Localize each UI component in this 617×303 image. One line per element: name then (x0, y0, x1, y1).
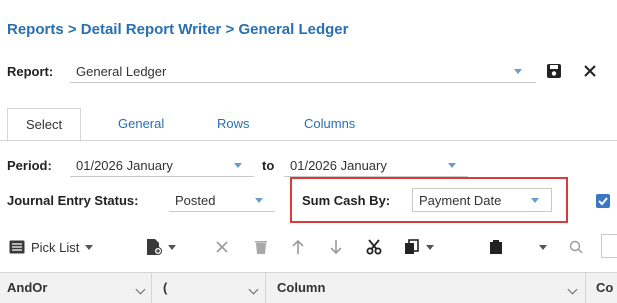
journal-status-label: Journal Entry Status: (7, 193, 139, 208)
check-icon (598, 197, 608, 206)
column-header-column[interactable]: Column (277, 273, 325, 303)
pick-list-button[interactable]: Pick List (9, 236, 94, 258)
chevron-down-icon (85, 244, 94, 250)
move-up-button[interactable] (292, 236, 304, 258)
period-from-value: 01/2026 January (76, 158, 173, 173)
pick-list-label: Pick List (31, 239, 80, 255)
delete-button[interactable] (254, 236, 268, 258)
more-dropdown[interactable] (533, 236, 547, 258)
chevron-down-icon (234, 163, 242, 168)
chevron-down-icon (531, 198, 539, 203)
report-label: Report: (7, 64, 54, 79)
column-divider (151, 273, 152, 303)
cut-button[interactable] (366, 236, 382, 258)
arrow-down-icon (330, 240, 342, 255)
column-divider (265, 273, 266, 303)
tab-general[interactable]: General (118, 108, 164, 140)
close-button[interactable] (579, 60, 601, 82)
close-icon (216, 241, 228, 253)
trash-icon (255, 241, 267, 254)
save-icon (547, 64, 561, 78)
report-select[interactable]: General Ledger (70, 60, 536, 83)
chevron-down-icon (514, 69, 522, 74)
column-divider (585, 273, 586, 303)
add-file-button[interactable] (146, 236, 176, 258)
sum-cash-value: Payment Date (419, 193, 502, 208)
tab-rows[interactable]: Rows (217, 108, 250, 140)
search-icon (569, 240, 583, 254)
move-down-button[interactable] (330, 236, 342, 258)
copy-icon (405, 239, 419, 254)
arrow-up-icon (292, 239, 304, 254)
journal-status-select[interactable]: Posted (169, 189, 275, 212)
grid-header: AndOr ( Column Co (0, 272, 617, 303)
copy-button[interactable] (404, 236, 434, 258)
search-input[interactable] (601, 234, 617, 258)
period-to-label: to (262, 158, 275, 173)
scissors-icon (366, 239, 382, 255)
search-button[interactable] (569, 236, 583, 258)
tab-columns[interactable]: Columns (304, 108, 355, 140)
sum-cash-select[interactable]: Payment Date (412, 188, 552, 212)
save-button[interactable] (543, 60, 565, 82)
paste-icon (490, 240, 502, 254)
chevron-down-icon (539, 244, 547, 250)
journal-status-value: Posted (175, 193, 216, 208)
sum-cash-label: Sum Cash By: (302, 193, 391, 208)
column-header-co[interactable]: Co (596, 273, 613, 303)
breadcrumb: Reports > Detail Report Writer > General… (7, 21, 349, 38)
chevron-down-icon[interactable] (248, 284, 259, 295)
close-icon (584, 65, 596, 77)
chevron-down-icon (426, 244, 434, 250)
chevron-down-icon (168, 244, 176, 250)
delete-x-button[interactable] (215, 236, 229, 258)
tab-select[interactable]: Select (7, 108, 82, 142)
chevron-down-icon[interactable] (135, 284, 146, 295)
add-file-icon (147, 239, 162, 255)
report-select-value: General Ledger (76, 64, 167, 79)
paste-button[interactable] (489, 236, 503, 258)
period-to-value: 01/2026 January (290, 158, 387, 173)
list-icon (9, 240, 25, 254)
checkbox[interactable] (596, 194, 610, 208)
column-header-paren[interactable]: ( (163, 273, 167, 303)
period-from-select[interactable]: 01/2026 January (70, 154, 254, 177)
chevron-down-icon (448, 163, 456, 168)
chevron-down-icon (255, 198, 263, 203)
tabs-divider (0, 140, 617, 141)
column-header-andor[interactable]: AndOr (7, 273, 47, 303)
period-to-select[interactable]: 01/2026 January (284, 154, 468, 177)
period-label: Period: (7, 158, 52, 173)
chevron-down-icon[interactable] (567, 284, 578, 295)
